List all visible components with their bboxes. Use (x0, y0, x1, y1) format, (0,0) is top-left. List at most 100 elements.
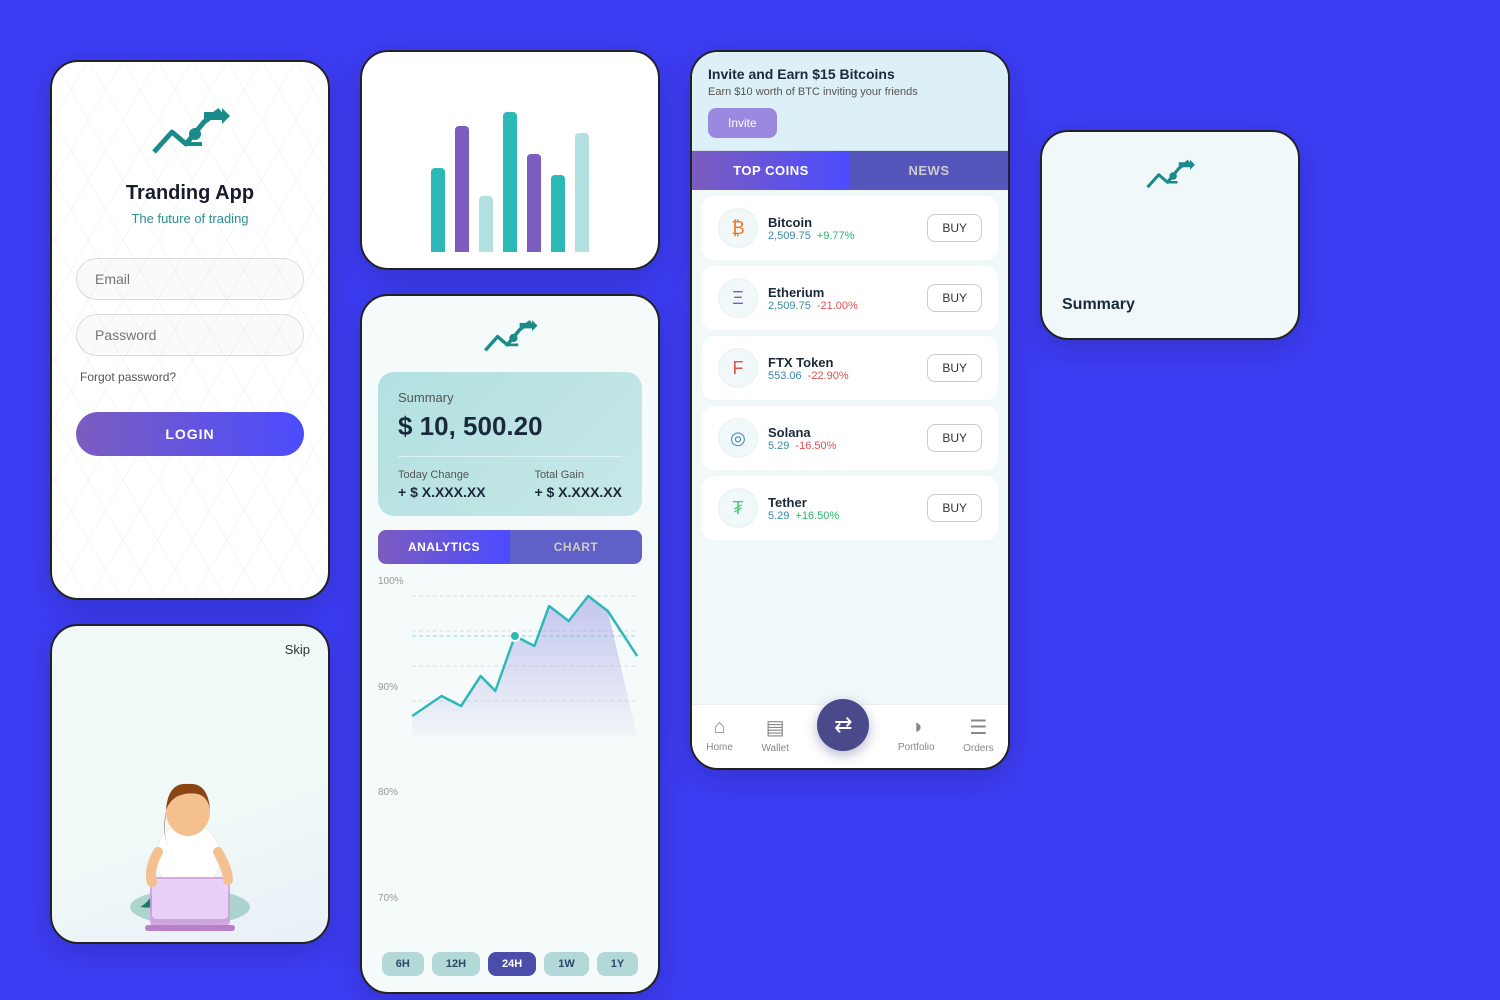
coin-name: Solana (768, 425, 917, 440)
portfolio-icon: ◑ (910, 716, 922, 739)
coin-item: ₮ Tether 5.29 +16.50% BUY (702, 476, 998, 540)
coin-price: 5.29 (768, 440, 789, 452)
nav-home-label: Home (706, 742, 733, 753)
coin-name: Bitcoin (768, 215, 917, 230)
coin-icon: Ξ (718, 278, 758, 318)
coin-icon: F (718, 348, 758, 388)
line-chart-svg (378, 576, 642, 756)
line-chart-area: 100% 90% 80% 70% (362, 564, 658, 944)
coin-price: 2,509.75 (768, 230, 811, 242)
y-label-70: 70% (378, 893, 404, 904)
summary-stats-row: Today Change + $ X.XXX.XX Total Gain + $… (398, 469, 622, 500)
bar (455, 126, 469, 252)
bar (503, 112, 517, 252)
coin-info: Bitcoin 2,509.75 +9.77% (768, 215, 917, 242)
coin-info: Etherium 2,509.75 -21.00% (768, 285, 917, 312)
bar (527, 154, 541, 252)
today-change-value: + $ X.XXX.XX (398, 484, 486, 500)
coin-item: ₿ Bitcoin 2,509.75 +9.77% BUY (702, 196, 998, 260)
time-filter-buttons: 6H 12H 24H 1W 1Y (362, 944, 658, 992)
invite-subtitle: Earn $10 worth of BTC inviting your frie… (708, 86, 992, 98)
buy-button[interactable]: BUY (927, 354, 982, 382)
today-change-stat: Today Change + $ X.XXX.XX (398, 469, 486, 500)
summary-card: Summary $ 10, 500.20 Today Change + $ X.… (378, 372, 642, 516)
time-filter-24h[interactable]: 24H (488, 952, 536, 976)
analytics-chart-tabs: ANALYTICS CHART (378, 530, 642, 564)
bar (479, 196, 493, 252)
y-axis-labels: 100% 90% 80% 70% (378, 576, 404, 904)
invite-title: Invite and Earn $15 Bitcoins (708, 66, 992, 82)
nav-wallet[interactable]: ▤ Wallet (761, 715, 788, 754)
bar (575, 133, 589, 252)
bar-chart (378, 112, 642, 252)
buy-button[interactable]: BUY (927, 424, 982, 452)
nav-home[interactable]: ⌂ Home (706, 716, 733, 753)
coin-change: +16.50% (795, 510, 839, 522)
total-gain-label: Total Gain (534, 469, 622, 481)
today-change-label: Today Change (398, 469, 486, 481)
tab-analytics[interactable]: ANALYTICS (378, 530, 510, 564)
bg-hexagon (52, 62, 328, 598)
column-2: Summary $ 10, 500.20 Today Change + $ X.… (360, 50, 660, 994)
bar (431, 168, 445, 252)
invite-banner: Invite and Earn $15 Bitcoins Earn $10 wo… (692, 52, 1008, 151)
tab-news[interactable]: NEWS (850, 151, 1008, 190)
bottom-navigation: ⌂ Home ▤ Wallet ⇄ ◑ Portfolio ☰ Orders (692, 704, 1008, 768)
coin-price: 2,509.75 (768, 300, 811, 312)
y-label-90: 90% (378, 682, 404, 693)
total-gain-value: + $ X.XXX.XX (534, 484, 622, 500)
buy-button[interactable]: BUY (927, 214, 982, 242)
time-filter-1y[interactable]: 1Y (597, 952, 638, 976)
time-filter-1w[interactable]: 1W (544, 952, 589, 976)
column-4: Summary (1040, 130, 1300, 340)
scene: Tranding App The future of trading Forgo… (50, 20, 1450, 980)
mini-logo (1142, 156, 1198, 201)
coin-info: Solana 5.29 -16.50% (768, 425, 917, 452)
time-filter-12h[interactable]: 12H (432, 952, 480, 976)
y-label-80: 80% (378, 787, 404, 798)
bar (551, 175, 565, 252)
dashboard-screen: Summary $ 10, 500.20 Today Change + $ X.… (360, 294, 660, 994)
summary-label: Summary (398, 390, 622, 405)
summary-mini-screen: Summary (1040, 130, 1300, 340)
coin-item: F FTX Token 553.06 -22.90% BUY (702, 336, 998, 400)
coin-item: Ξ Etherium 2,509.75 -21.00% BUY (702, 266, 998, 330)
coin-list: ₿ Bitcoin 2,509.75 +9.77% BUY Ξ Etherium… (692, 190, 1008, 704)
crypto-screen: Invite and Earn $15 Bitcoins Earn $10 wo… (690, 50, 1010, 770)
coin-info: FTX Token 553.06 -22.90% (768, 355, 917, 382)
tab-top-coins[interactable]: TOP COINS (692, 151, 850, 190)
dashboard-logo (480, 316, 540, 360)
coin-change: -22.90% (808, 370, 849, 382)
total-gain-stat: Total Gain + $ X.XXX.XX (534, 469, 622, 500)
buy-button[interactable]: BUY (927, 494, 982, 522)
buy-button[interactable]: BUY (927, 284, 982, 312)
coin-price: 553.06 (768, 370, 802, 382)
summary-amount: $ 10, 500.20 (398, 411, 622, 442)
coin-icon: ₿ (718, 208, 758, 248)
tab-chart[interactable]: CHART (510, 530, 642, 564)
coin-icon: ◎ (718, 418, 758, 458)
bar-chart-screen (360, 50, 660, 270)
y-label-100: 100% (378, 576, 404, 587)
skip-button[interactable]: Skip (285, 642, 310, 657)
coins-tabs: TOP COINS NEWS (692, 151, 1008, 190)
nav-portfolio[interactable]: ◑ Portfolio (898, 716, 935, 753)
nav-wallet-label: Wallet (761, 743, 788, 754)
coin-name: FTX Token (768, 355, 917, 370)
coin-name: Etherium (768, 285, 917, 300)
coin-change: +9.77% (817, 230, 855, 242)
time-filter-6h[interactable]: 6H (382, 952, 424, 976)
nav-portfolio-label: Portfolio (898, 742, 935, 753)
column-3: Invite and Earn $15 Bitcoins Earn $10 wo… (690, 50, 1010, 770)
mini-summary-label: Summary (1062, 296, 1135, 314)
nav-orders[interactable]: ☰ Orders (963, 715, 994, 754)
coin-change: -21.00% (817, 300, 858, 312)
orders-icon: ☰ (969, 715, 987, 740)
coin-change: -16.50% (795, 440, 836, 452)
trade-button[interactable]: ⇄ (817, 699, 869, 751)
dashboard-header (362, 296, 658, 372)
column-1: Tranding App The future of trading Forgo… (50, 60, 330, 944)
coin-name: Tether (768, 495, 917, 510)
invite-button[interactable]: Invite (708, 108, 777, 138)
coin-info: Tether 5.29 +16.50% (768, 495, 917, 522)
